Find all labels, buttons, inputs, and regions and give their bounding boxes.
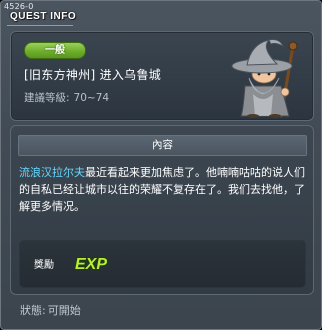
level-label: 建議等級:: [24, 92, 70, 104]
level-range: 70~74: [73, 92, 110, 104]
reward-box: 獎勵 EXP: [19, 240, 306, 288]
recommended-level: 建議等級: 70~74: [24, 90, 113, 105]
title-underline: [7, 25, 73, 26]
exp-text: EXP: [75, 256, 107, 273]
npc-name-link[interactable]: 流浪汉拉尔夫: [19, 166, 85, 179]
window-title[interactable]: QUEST INFO: [10, 11, 76, 22]
quest-id-label: 4526-0: [4, 2, 34, 11]
quest-type-badge: 一般: [24, 42, 86, 59]
exp-icon[interactable]: EXP: [72, 250, 116, 276]
quest-description: 流浪汉拉尔夫最近看起来更加焦虑了。他喃喃咕咕的说人们的自私已经让城市以往的荣耀不…: [19, 164, 309, 215]
status-value: 可開始: [47, 304, 81, 317]
quest-name: [旧东方神州] 进入乌鲁城: [24, 68, 162, 82]
quest-info-window: 4526-0 QUEST INFO 一般 [旧东方神州] 进入乌鲁城 建議等級:…: [0, 0, 322, 330]
quest-status: 狀態: 可開始: [20, 302, 83, 318]
content-section-header: 內容: [18, 135, 307, 156]
status-label: 狀態:: [20, 304, 46, 317]
quest-content-panel: 內容 流浪汉拉尔夫最近看起来更加焦虑了。他喃喃咕咕的说人们的自私已经让城市以往的…: [10, 125, 314, 295]
reward-label: 獎勵: [34, 260, 54, 271]
quest-header-panel: 一般 [旧东方神州] 进入乌鲁城 建議等級: 70~74: [10, 31, 314, 121]
npc-portrait-icon: [231, 39, 298, 118]
